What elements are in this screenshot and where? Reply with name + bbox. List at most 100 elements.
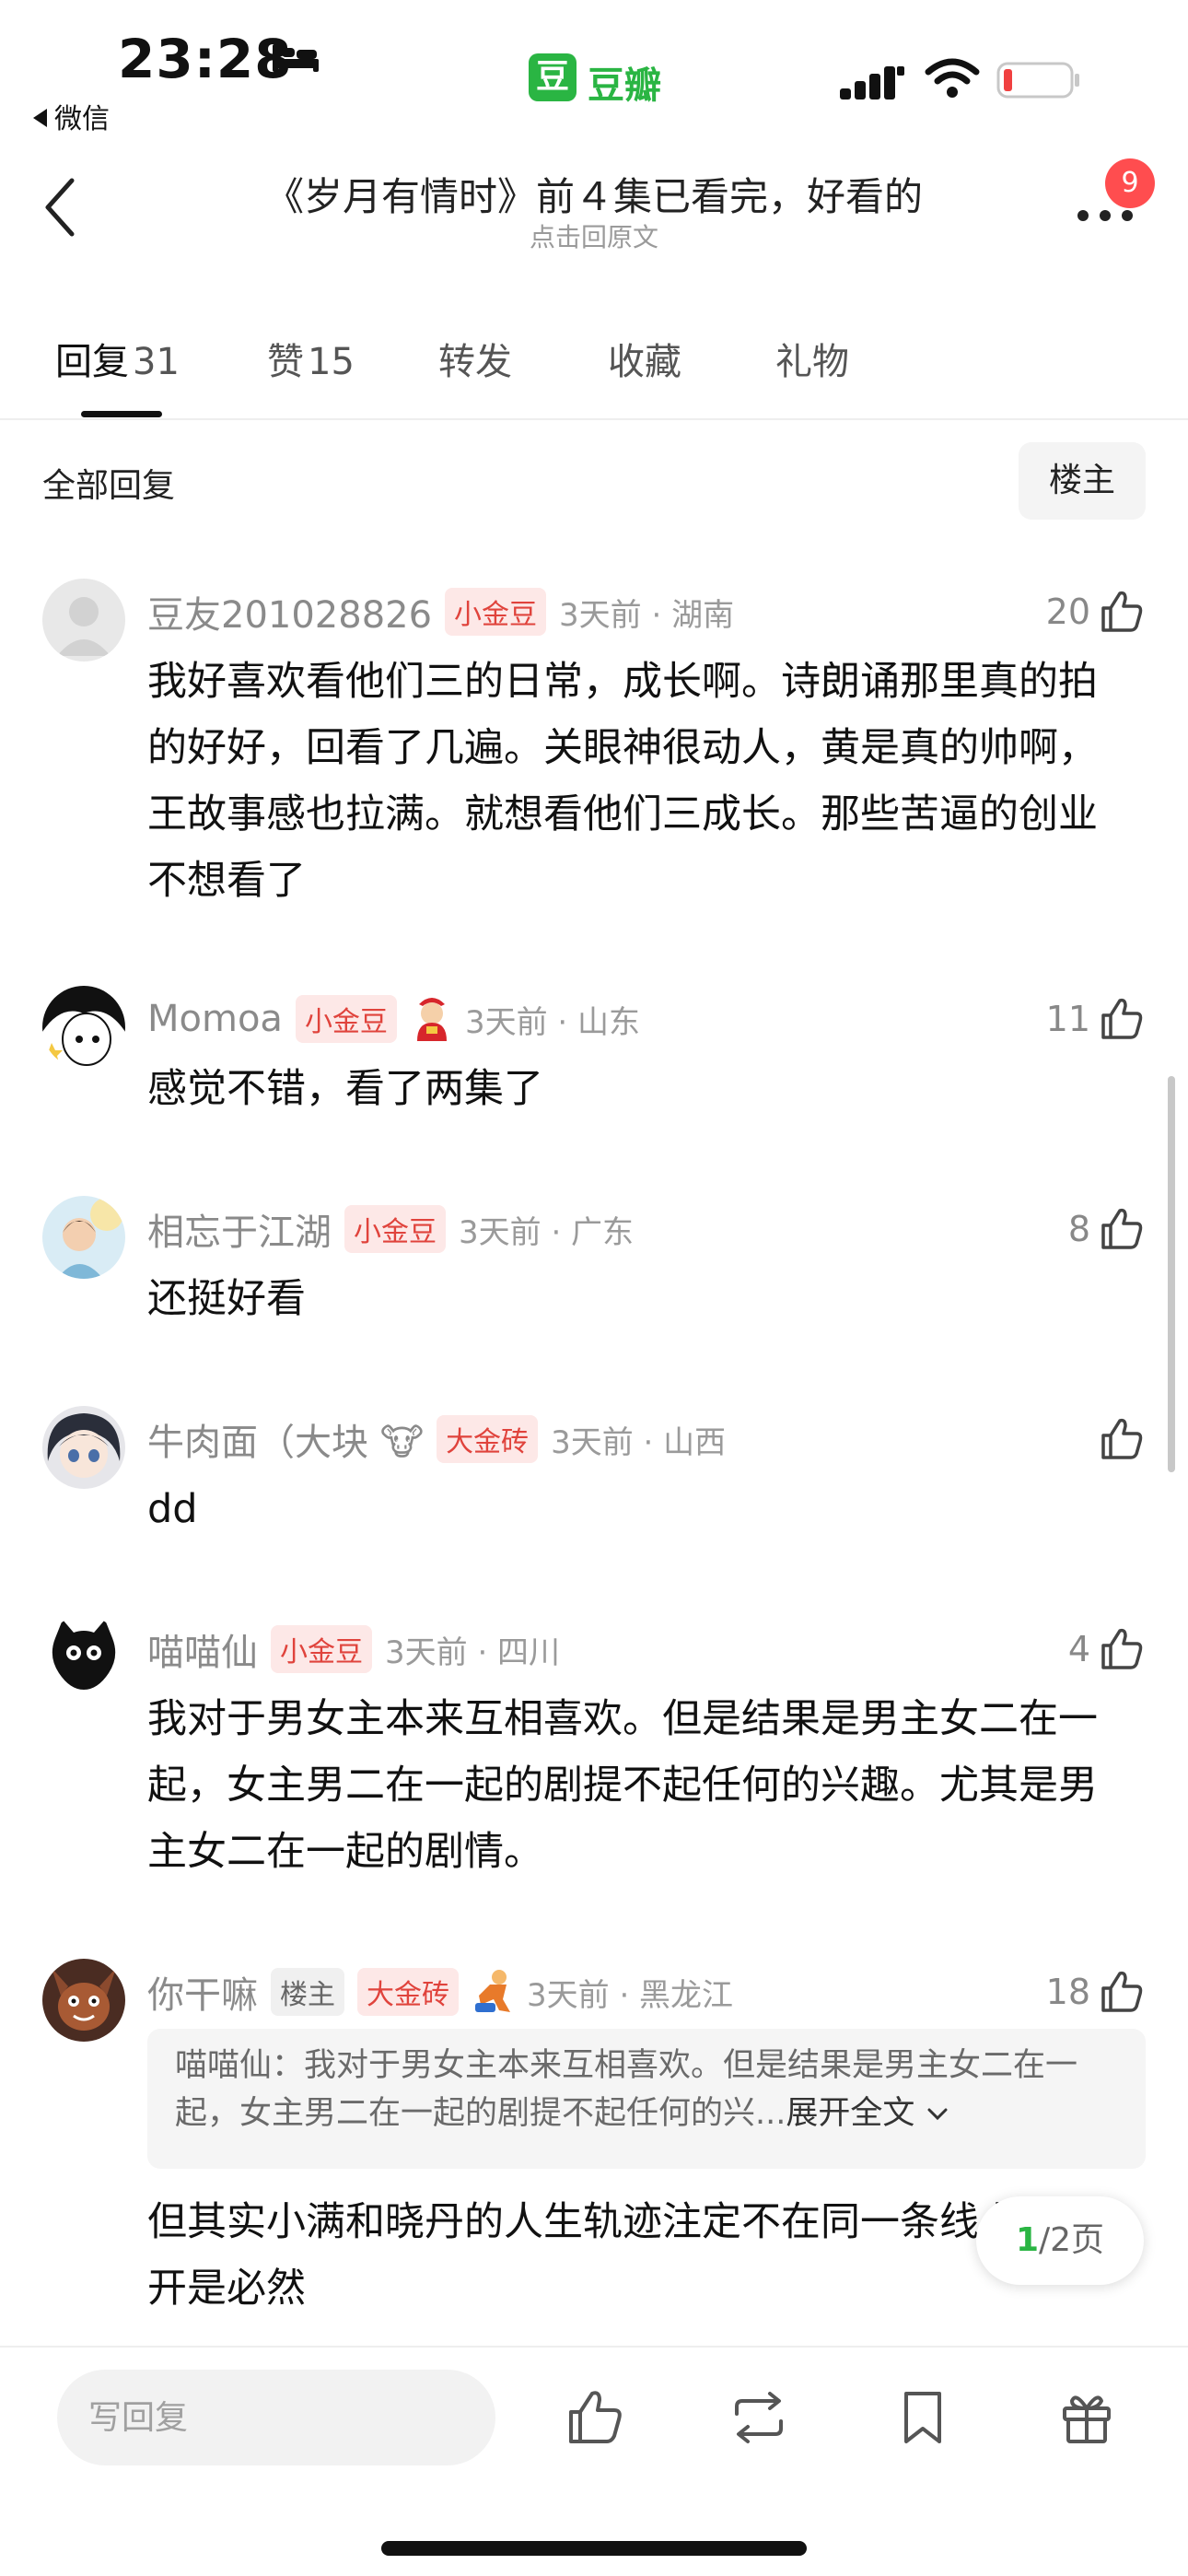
back-arrow-icon[interactable] <box>41 175 77 240</box>
back-to-wechat-link[interactable]: 微信 <box>33 96 110 136</box>
like-button[interactable]: 18 <box>1046 1968 1146 2016</box>
avatar[interactable] <box>42 1196 125 1279</box>
tab-reshare[interactable]: 转发 <box>438 332 512 385</box>
comment-time-location: 3天前 · 湖南 <box>559 596 735 634</box>
chevron-down-icon <box>927 2108 948 2121</box>
username[interactable]: Momoa <box>147 998 283 1040</box>
thumbs-up-icon <box>1101 1208 1143 1249</box>
comment-meta: 相忘于江湖 小金豆 3天前 · 广东 <box>147 1203 634 1255</box>
username[interactable]: 豆友201028826 <box>147 585 432 638</box>
tab-collect[interactable]: 收藏 <box>608 332 681 385</box>
thumbs-up-icon <box>1101 1971 1143 2012</box>
comment-meta: 喵喵仙 小金豆 3天前 · 四川 <box>147 1623 560 1675</box>
active-tab-indicator <box>81 411 162 417</box>
username[interactable]: 喵喵仙 <box>147 1622 258 1676</box>
like-button[interactable] <box>1098 1415 1146 1463</box>
user-level-tag: 大金砖 <box>357 1968 459 2016</box>
gift-icon[interactable] <box>1055 2386 1118 2449</box>
comment-text: 但其实小满和晓丹的人生轨迹注定不在同一条线上，分开是必然 <box>147 2199 1098 2312</box>
tab-gifts[interactable]: 礼物 <box>775 332 849 385</box>
expand-label: 展开全文 <box>786 2095 915 2132</box>
home-indicator[interactable] <box>381 2541 807 2556</box>
thumbs-up-icon <box>1101 591 1143 632</box>
comment-text: dd <box>147 1486 198 1532</box>
figure-badge-icon <box>475 1970 510 2012</box>
tab-label: 礼物 <box>775 341 849 383</box>
like-count: 4 <box>1067 1629 1090 1669</box>
owner-only-filter-button[interactable]: 楼主 <box>1019 442 1146 520</box>
scrollbar[interactable] <box>1168 1076 1175 1472</box>
comment-text: 还挺好看 <box>147 1276 306 1322</box>
comment-meta: Momoa 小金豆 3天前 · 山东 <box>147 993 640 1045</box>
tab-label: 转发 <box>438 341 512 383</box>
like-count: 20 <box>1045 591 1090 632</box>
back-app-label: 微信 <box>54 103 110 135</box>
username[interactable]: 你干嘛 <box>147 1965 258 2019</box>
user-level-tag: 小金豆 <box>271 1625 372 1673</box>
comment-time-location: 3天前 · 山东 <box>464 1003 640 1041</box>
like-button[interactable]: 8 <box>1068 1205 1146 1253</box>
tab-label: 收藏 <box>608 341 681 383</box>
avatar[interactable] <box>42 1406 125 1489</box>
comment-text: 我对于男女主本来互相喜欢。但是结果是男主女二在一起，女主男二在一起的剧提不起任何… <box>147 1696 1098 1875</box>
like-count: 11 <box>1045 999 1090 1039</box>
battery-low-icon <box>996 62 1079 99</box>
username-text: 牛肉面（大块 <box>147 1422 368 1464</box>
douban-logo-icon: 豆 <box>529 53 577 101</box>
user-level-tag: 小金豆 <box>344 1205 446 1253</box>
avatar[interactable] <box>42 1959 125 2042</box>
back-to-original-link[interactable]: 点击回原文 <box>147 217 1041 254</box>
tab-label: 赞 <box>267 341 304 383</box>
quoted-reply[interactable]: 喵喵仙：我对于男女主本来互相喜欢。但是结果是男主女二在一起，女主男二在一起的剧提… <box>147 2029 1146 2169</box>
comment-meta: 牛肉面（大块 🐮 大金砖 3天前 · 山西 <box>147 1413 726 1465</box>
like-count: 8 <box>1067 1209 1090 1249</box>
avatar[interactable] <box>42 579 125 662</box>
thumbs-up-icon <box>1101 1418 1143 1459</box>
app-name: 豆瓣 <box>588 64 661 107</box>
fortune-god-badge-icon <box>416 998 447 1041</box>
expand-full-text-link[interactable]: 展开全文 <box>786 2095 949 2132</box>
status-time: 23:28 <box>118 28 293 90</box>
current-page: 1 <box>1015 2221 1039 2259</box>
tab-likes[interactable]: 赞 15 <box>267 332 355 385</box>
bookmark-icon[interactable] <box>891 2386 954 2449</box>
avatar[interactable] <box>42 986 125 1069</box>
tab-count: 31 <box>133 341 180 383</box>
cow-emoji: 🐮 <box>379 1422 425 1464</box>
post-header: 《岁月有情时》前４集已看完，好看的 点击回原文 9 <box>0 147 1188 267</box>
comment-time-location: 3天前 · 四川 <box>385 1633 561 1671</box>
like-button[interactable]: 4 <box>1068 1625 1146 1673</box>
owner-tag: 楼主 <box>271 1968 344 2016</box>
like-button[interactable]: 20 <box>1046 588 1146 636</box>
total-pages: /2页 <box>1039 2221 1105 2259</box>
comment-text: 我好喜欢看他们三的日常，成长啊。诗朗诵那里真的拍的好好，回看了几遍。关眼神很动人… <box>147 659 1098 904</box>
tab-replies[interactable]: 回复 31 <box>55 332 180 385</box>
user-level-tag: 小金豆 <box>295 995 397 1043</box>
bottom-action-bar <box>0 2346 1188 2576</box>
cellular-signal-icon <box>840 66 904 100</box>
like-button[interactable]: 11 <box>1046 995 1146 1043</box>
reshare-icon[interactable] <box>728 2386 790 2449</box>
comment-time-location: 3天前 · 广东 <box>459 1213 635 1251</box>
username[interactable]: 相忘于江湖 <box>147 1202 332 1256</box>
like-count: 18 <box>1045 1972 1090 2012</box>
post-title[interactable]: 《岁月有情时》前４集已看完，好看的 <box>147 166 1041 222</box>
user-level-tag: 大金砖 <box>437 1415 539 1463</box>
user-level-tag: 小金豆 <box>445 588 547 636</box>
wifi-icon <box>925 58 980 98</box>
comment-text: 感觉不错，看了两集了 <box>147 1066 543 1112</box>
comment-time-location: 3天前 · 黑龙江 <box>527 1976 734 2014</box>
username[interactable]: 牛肉面（大块 🐮 <box>147 1412 424 1466</box>
sleep-focus-icon <box>273 44 319 72</box>
thumbs-up-icon <box>1101 1628 1143 1669</box>
tab-label: 回复 <box>55 341 129 383</box>
status-bar: 23:28 微信 豆 豆瓣 <box>0 0 1188 135</box>
like-post-icon[interactable] <box>564 2386 626 2449</box>
comment-meta: 你干嘛 楼主 大金砖 3天前 · 黑龙江 <box>147 1966 733 2018</box>
reply-input[interactable] <box>57 2370 495 2465</box>
notification-badge: 9 <box>1105 158 1155 208</box>
avatar[interactable] <box>42 1616 125 1699</box>
page-indicator-button[interactable]: 1/2页 <box>976 2196 1144 2285</box>
all-replies-heading: 全部回复 <box>42 467 176 505</box>
tab-bar: 回复 31 赞 15 转发 收藏 礼物 <box>0 313 1188 420</box>
